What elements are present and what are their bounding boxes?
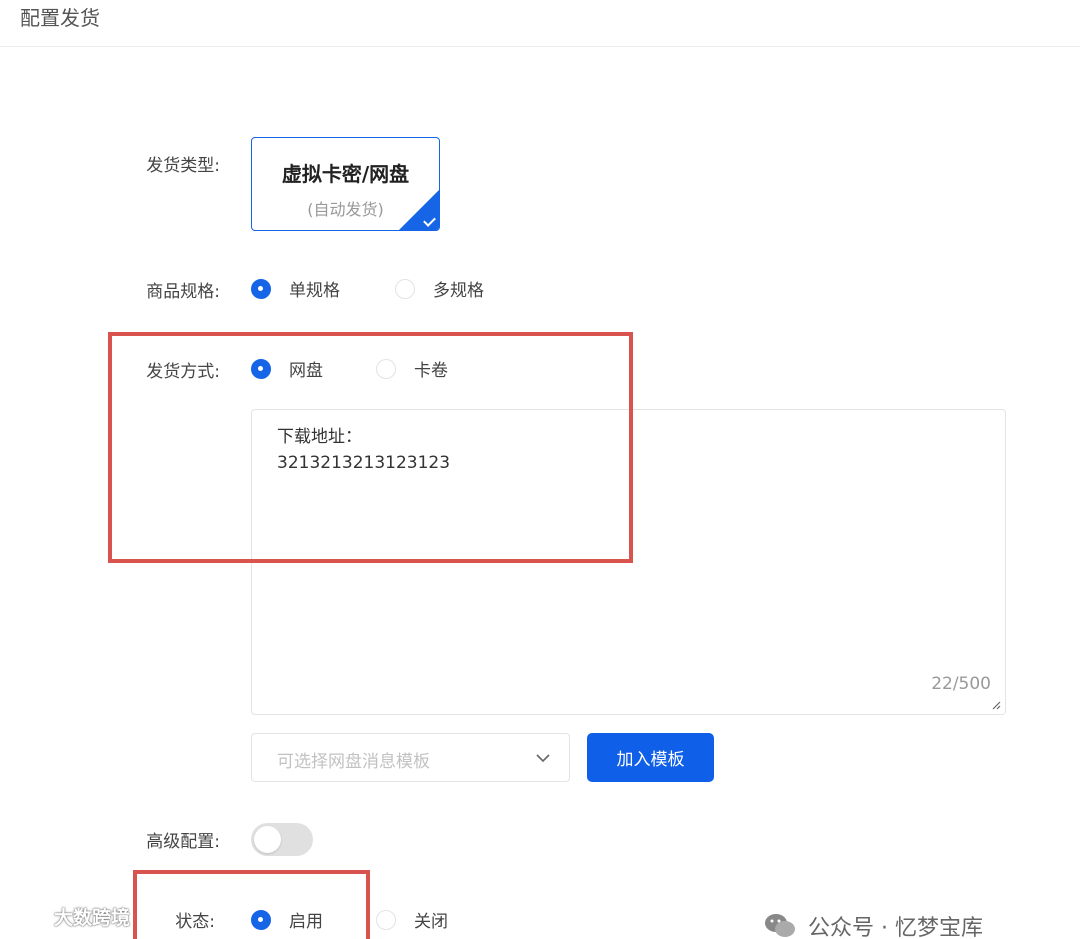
- advanced-config-toggle[interactable]: [251, 823, 313, 856]
- status-radio-disabled[interactable]: 关闭: [376, 907, 448, 932]
- toggle-knob: [254, 826, 281, 853]
- radio-unchecked-icon: [395, 278, 415, 299]
- advanced-config-label: 高级配置:: [146, 832, 220, 852]
- wechat-icon: [765, 914, 795, 937]
- chevron-down-icon: [536, 754, 550, 763]
- watermark-logo-icon: [8, 908, 49, 925]
- add-template-button[interactable]: 加入模板: [587, 733, 714, 782]
- status-radio-disabled-label: 关闭: [414, 912, 448, 932]
- spec-radio-multi-label: 多规格: [433, 281, 484, 301]
- annotation-box-ship-method: [108, 332, 633, 563]
- char-count: 22/500: [931, 674, 991, 694]
- ship-type-card-title: 虚拟卡密/网盘: [281, 162, 410, 186]
- ship-type-label: 发货类型:: [146, 156, 220, 176]
- spec-label: 商品规格:: [146, 282, 220, 302]
- page-title: 配置发货: [20, 6, 100, 30]
- radio-checked-icon: [251, 278, 271, 299]
- spec-radio-single-label: 单规格: [289, 281, 340, 301]
- spec-radio-multi[interactable]: 多规格: [395, 276, 484, 301]
- watermark-left-text: 大数跨境: [54, 907, 131, 929]
- ship-type-card-virtual[interactable]: 虚拟卡密/网盘 (自动发货): [251, 137, 440, 231]
- template-select-placeholder: 可选择网盘消息模板: [277, 752, 430, 772]
- selected-corner-badge: [399, 190, 439, 230]
- watermark-right-text: 公众号 · 忆梦宝库: [808, 916, 983, 939]
- header-divider: [0, 46, 1080, 47]
- annotation-box-status: [133, 870, 370, 939]
- template-select[interactable]: 可选择网盘消息模板: [251, 733, 570, 782]
- configure-shipping-page: 配置发货 发货类型: 虚拟卡密/网盘 (自动发货) 商品规格: 单规格 多规格 …: [0, 0, 1080, 939]
- watermark-left: 大数跨境: [8, 903, 130, 930]
- spec-radio-single[interactable]: 单规格: [251, 276, 340, 301]
- resize-handle-icon[interactable]: [991, 700, 1001, 710]
- radio-unchecked-icon: [376, 909, 396, 930]
- watermark-right: 公众号 · 忆梦宝库: [764, 910, 983, 939]
